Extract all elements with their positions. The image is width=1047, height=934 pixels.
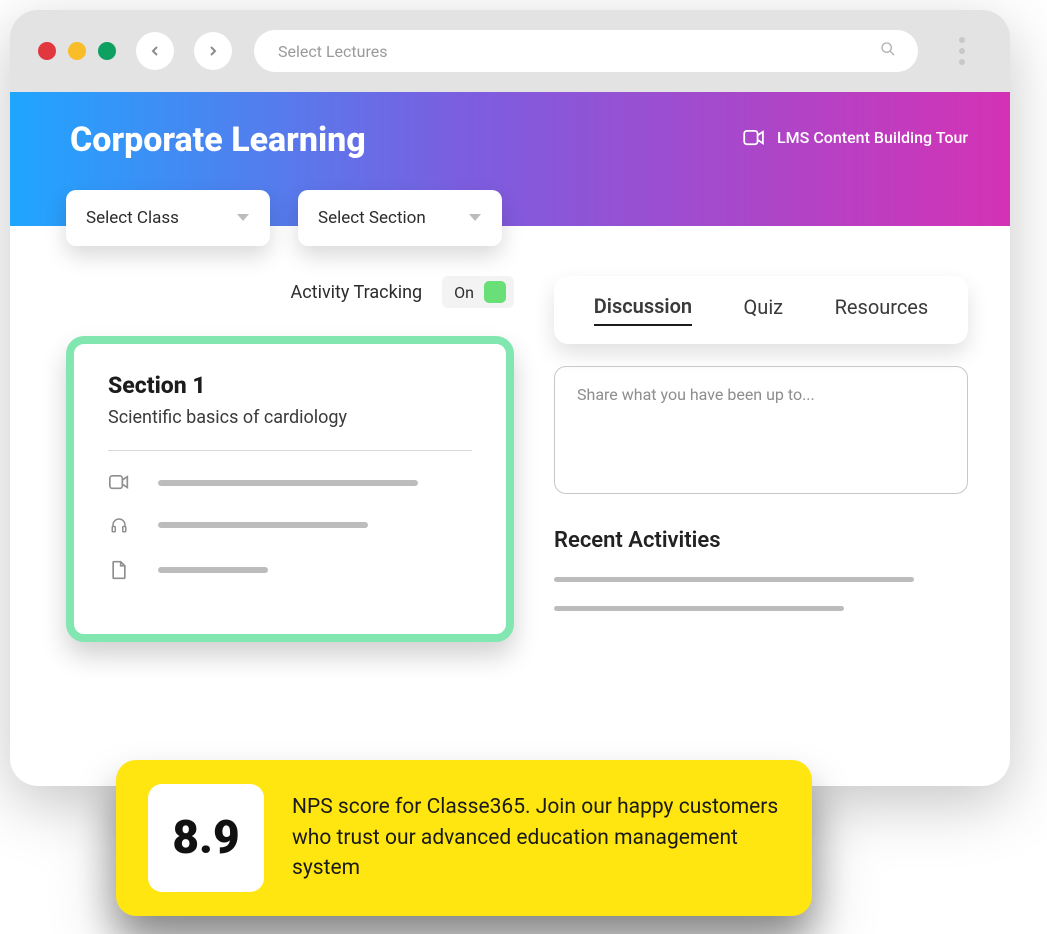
activity-tracking-toggle[interactable]: On	[442, 276, 514, 308]
placeholder-text	[554, 577, 914, 582]
placeholder-text	[554, 606, 844, 611]
activity-tracking-row: Activity Tracking On	[66, 276, 514, 308]
tour-link[interactable]: LMS Content Building Tour	[743, 128, 968, 147]
toggle-state: On	[454, 283, 474, 302]
select-section-dropdown[interactable]: Select Section	[298, 190, 502, 246]
back-button[interactable]	[136, 32, 174, 70]
promo-text: NPS score for Classe365. Join our happy …	[292, 792, 780, 883]
headphones-icon	[108, 516, 130, 534]
select-class-dropdown[interactable]: Select Class	[66, 190, 270, 246]
post-placeholder: Share what you have been up to...	[577, 385, 815, 404]
search-icon	[880, 41, 896, 61]
post-input[interactable]: Share what you have been up to...	[554, 366, 968, 494]
content-item[interactable]	[108, 560, 472, 580]
forward-button[interactable]	[194, 32, 232, 70]
titlebar: Select Lectures	[10, 10, 1010, 92]
recent-activities: Recent Activities	[554, 528, 968, 611]
section-card[interactable]: Section 1 Scientific basics of cardiolog…	[66, 336, 514, 642]
tab-quiz[interactable]: Quiz	[744, 295, 784, 325]
placeholder-text	[158, 522, 368, 528]
divider	[108, 450, 472, 451]
tour-label: LMS Content Building Tour	[777, 128, 968, 147]
page-title: Corporate Learning	[70, 120, 366, 160]
minimize-window-button[interactable]	[68, 42, 86, 60]
toggle-knob	[484, 281, 506, 303]
select-class-label: Select Class	[86, 208, 179, 228]
placeholder-text	[158, 567, 268, 573]
content-item[interactable]	[108, 516, 472, 534]
tab-resources[interactable]: Resources	[835, 295, 929, 325]
content-item[interactable]	[108, 475, 472, 490]
chevron-down-icon	[236, 208, 250, 228]
select-section-label: Select Section	[318, 208, 426, 228]
nps-score: 8.9	[148, 784, 264, 892]
close-window-button[interactable]	[38, 42, 56, 60]
document-icon	[108, 560, 130, 580]
maximize-window-button[interactable]	[98, 42, 116, 60]
section-title: Section 1	[108, 372, 472, 399]
chevron-down-icon	[468, 208, 482, 228]
activity-tracking-label: Activity Tracking	[291, 282, 423, 303]
video-icon	[743, 130, 765, 146]
recent-activities-title: Recent Activities	[554, 528, 968, 553]
placeholder-text	[158, 480, 418, 486]
section-subtitle: Scientific basics of cardiology	[108, 407, 472, 428]
promo-banner: 8.9 NPS score for Classe365. Join our ha…	[116, 760, 812, 916]
search-input[interactable]: Select Lectures	[254, 30, 918, 72]
traffic-lights	[38, 42, 116, 60]
video-icon	[108, 475, 130, 490]
tabs: Discussion Quiz Resources	[554, 276, 968, 344]
search-placeholder: Select Lectures	[278, 42, 387, 61]
tab-discussion[interactable]: Discussion	[594, 294, 692, 326]
menu-button[interactable]	[942, 37, 982, 65]
